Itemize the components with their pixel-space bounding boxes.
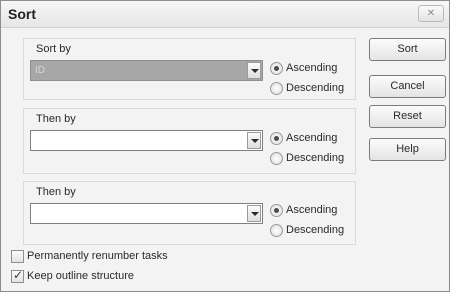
radio-icon (270, 204, 283, 217)
check-icon: ✓ (13, 268, 24, 282)
sort-by-label: Sort by (36, 43, 71, 55)
sort-by-combo[interactable]: ID (30, 60, 263, 81)
close-button[interactable]: ✕ (418, 5, 444, 22)
then-by-combo-2[interactable] (30, 203, 263, 224)
cancel-button[interactable]: Cancel (369, 75, 446, 98)
checkbox-icon: ✓ (11, 268, 24, 283)
close-icon: ✕ (426, 8, 436, 19)
then-by-label-1: Then by (36, 113, 76, 125)
then-by-combo-1[interactable] (30, 130, 263, 151)
sort-by-group: Sort by ID Ascending Descending (23, 38, 356, 100)
then-by-group-1: Then by Ascending Descending (23, 108, 356, 174)
keep-outline-label: Keep outline structure (27, 270, 135, 282)
sort-by-descending-label: Descending (286, 82, 345, 94)
radio-icon (270, 132, 283, 145)
title-bar[interactable]: Sort ✕ (1, 1, 449, 28)
radio-icon (270, 82, 283, 95)
sort-by-value: ID (35, 65, 45, 76)
radio-icon (270, 224, 283, 237)
then-by-2-descending-label: Descending (286, 224, 345, 236)
then-by-2-ascending-label: Ascending (286, 204, 338, 216)
help-button[interactable]: Help (369, 138, 446, 161)
then-by-1-ascending-label: Ascending (286, 132, 338, 144)
sort-dialog: Sort ✕ Sort by ID Ascending Descending T… (0, 0, 450, 292)
then-by-1-descending-label: Descending (286, 152, 345, 164)
chevron-down-icon[interactable] (247, 132, 261, 149)
then-by-label-2: Then by (36, 186, 76, 198)
dialog-title: Sort (8, 6, 36, 22)
checkbox-icon (11, 250, 24, 263)
then-by-group-2: Then by Ascending Descending (23, 181, 356, 245)
chevron-down-icon[interactable] (247, 62, 261, 79)
radio-icon (270, 152, 283, 165)
renumber-tasks-label: Permanently renumber tasks (27, 250, 168, 262)
reset-button[interactable]: Reset (369, 105, 446, 128)
chevron-down-icon[interactable] (247, 205, 261, 222)
sort-by-ascending-label: Ascending (286, 62, 338, 74)
radio-icon (270, 62, 283, 75)
sort-button[interactable]: Sort (369, 38, 446, 61)
